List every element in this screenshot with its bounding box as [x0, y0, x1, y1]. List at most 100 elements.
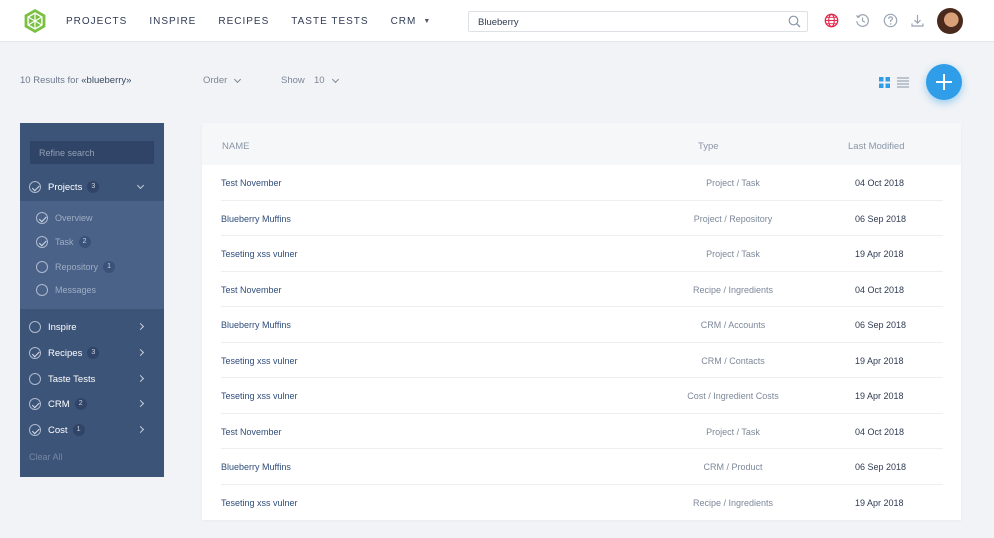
- table-row[interactable]: Blueberry Muffins Project / Repository 06 …: [221, 201, 943, 236]
- row-date: 04 Oct 2018: [855, 178, 905, 188]
- filter-crm-label: CRM: [48, 398, 70, 410]
- row-name[interactable]: Blueberry Muffins: [221, 214, 291, 224]
- row-name[interactable]: Teseting xss vulner: [221, 356, 298, 366]
- show-count-dropdown[interactable]: 10: [314, 75, 339, 86]
- clear-all-link[interactable]: Clear All: [29, 452, 63, 462]
- add-button[interactable]: [926, 64, 962, 100]
- filter-task-label: Task: [55, 237, 74, 247]
- filter-task[interactable]: Task 2: [36, 236, 91, 248]
- row-name[interactable]: Blueberry Muffins: [221, 462, 291, 472]
- row-type-text: CRM / Accounts: [700, 320, 766, 330]
- chevron-right-icon: [136, 322, 145, 331]
- row-date: 19 Apr 2018: [855, 497, 904, 508]
- chevron-right-icon: [136, 374, 145, 383]
- count-badge: 1: [103, 261, 116, 273]
- results-table: NAME Type Last Modified Test November Pro…: [202, 123, 961, 520]
- row-date: 06 Sep 2018: [855, 213, 907, 224]
- count-badge: 3: [87, 181, 100, 193]
- filter-cost-label: Cost: [48, 424, 68, 436]
- row-date: 04 Oct 2018: [855, 426, 905, 437]
- row-type-text: CRM / Product: [703, 462, 763, 472]
- search-input[interactable]: [469, 13, 769, 32]
- circle-icon: [36, 284, 48, 296]
- row-name[interactable]: Teseting xss vulner: [221, 498, 298, 508]
- column-header-last-modified[interactable]: Last Modified: [848, 141, 905, 152]
- nav-recipes[interactable]: RECIPES: [218, 16, 269, 27]
- row-type-text: Cost / Ingredient Costs: [687, 391, 779, 401]
- row-name[interactable]: Blueberry Muffins: [221, 320, 291, 330]
- table-row[interactable]: Teseting xss vulner Recipe / Ingredients 1…: [221, 485, 943, 521]
- row-name[interactable]: Teseting xss vulner: [221, 249, 298, 259]
- row-name[interactable]: Test November: [221, 427, 282, 437]
- circle-icon: [29, 321, 41, 333]
- filter-repository[interactable]: Repository 1: [36, 261, 116, 273]
- row-name[interactable]: Teseting xss vulner: [221, 391, 298, 401]
- check-circle-icon: [29, 398, 41, 410]
- nav-taste-tests-label: TASTE TESTS: [291, 15, 369, 27]
- grid-view-icon[interactable]: [879, 77, 890, 88]
- table-row[interactable]: Teseting xss vulner CRM / Contacts 19 Apr …: [221, 343, 943, 378]
- filter-overview[interactable]: Overview: [36, 212, 93, 224]
- table-row[interactable]: Teseting xss vulner Cost / Ingredient Cos…: [221, 378, 943, 414]
- results-query: «blueberry»: [81, 75, 132, 86]
- nav-projects[interactable]: PROJECTS: [66, 16, 127, 27]
- row-name[interactable]: Test November: [221, 285, 282, 295]
- filter-overview-label: Overview: [55, 213, 93, 223]
- filter-repository-label: Repository: [55, 262, 99, 272]
- row-type-text: Project / Task: [706, 178, 760, 188]
- check-circle-icon: [29, 181, 41, 193]
- filter-taste-tests[interactable]: Taste Tests: [29, 373, 155, 385]
- nav-recipes-label: RECIPES: [218, 15, 270, 27]
- chevron-right-icon: [136, 399, 145, 408]
- nav-taste-tests[interactable]: TASTE TESTS: [291, 16, 368, 27]
- table-row[interactable]: Test November Project / Task 04 Oct 2018: [221, 414, 943, 449]
- filter-inspire-label: Inspire: [48, 321, 77, 333]
- filter-recipes[interactable]: Recipes 3: [29, 347, 155, 359]
- list-view-icon[interactable]: [897, 77, 909, 88]
- nav-inspire[interactable]: INSPIRE: [149, 16, 196, 27]
- filter-cost[interactable]: Cost 1: [29, 424, 155, 436]
- table-row[interactable]: Blueberry Muffins CRM / Product 06 Sep 201…: [221, 449, 943, 485]
- search-icon[interactable]: [788, 15, 801, 28]
- row-date: 19 Apr 2018: [855, 391, 904, 401]
- row-type-text: Project / Repository: [693, 213, 773, 224]
- show-label: Show: [281, 75, 305, 86]
- table-row[interactable]: Test November Project / Task 04 Oct 2018: [221, 165, 943, 201]
- filter-projects[interactable]: Projects 3: [29, 181, 155, 193]
- column-header-name[interactable]: NAME: [222, 141, 249, 152]
- check-circle-icon: [36, 212, 48, 224]
- chevron-down-icon: [136, 181, 145, 190]
- global-search: [468, 11, 808, 32]
- nav-projects-label: PROJECTS: [66, 15, 128, 27]
- table-row[interactable]: Blueberry Muffins CRM / Accounts 06 Sep 20…: [221, 307, 943, 343]
- download-icon[interactable]: [910, 13, 925, 28]
- row-name[interactable]: Test November: [221, 178, 282, 188]
- globe-icon[interactable]: [824, 13, 839, 28]
- table-header: NAME Type Last Modified: [202, 123, 961, 165]
- table-row[interactable]: Test November Recipe / Ingredients 04 Oct …: [221, 272, 943, 307]
- filter-projects-label: Projects: [48, 181, 83, 193]
- logo-icon[interactable]: [22, 8, 48, 34]
- help-icon[interactable]: [883, 13, 898, 28]
- order-dropdown[interactable]: Order: [203, 75, 242, 86]
- main-nav: PROJECTS INSPIRE RECIPES TASTE TESTS CRM…: [66, 0, 453, 42]
- nav-inspire-label: INSPIRE: [149, 15, 197, 27]
- chevron-down-icon: [331, 75, 339, 83]
- nav-crm-dropdown[interactable]: CRM ▼: [391, 16, 432, 27]
- history-icon[interactable]: [855, 13, 870, 28]
- filter-crm[interactable]: CRM 2: [29, 398, 155, 410]
- count-badge: 1: [72, 424, 85, 436]
- user-avatar[interactable]: [937, 8, 963, 34]
- circle-icon: [36, 261, 48, 273]
- filter-taste-tests-label: Taste Tests: [48, 373, 96, 385]
- chevron-right-icon: [136, 348, 145, 357]
- column-header-type[interactable]: Type: [698, 141, 719, 152]
- filter-inspire[interactable]: Inspire: [29, 321, 155, 333]
- table-row[interactable]: Teseting xss vulner Project / Task 19 Apr …: [221, 236, 943, 272]
- filter-sidebar: Projects 3 Overview Task 2 Repository 1 …: [20, 123, 164, 477]
- row-type-text: Recipe / Ingredients: [692, 497, 774, 508]
- refine-search-input[interactable]: [30, 141, 154, 164]
- filter-messages[interactable]: Messages: [36, 284, 96, 296]
- count-badge: 2: [74, 398, 87, 410]
- chevron-down-icon: [234, 75, 242, 83]
